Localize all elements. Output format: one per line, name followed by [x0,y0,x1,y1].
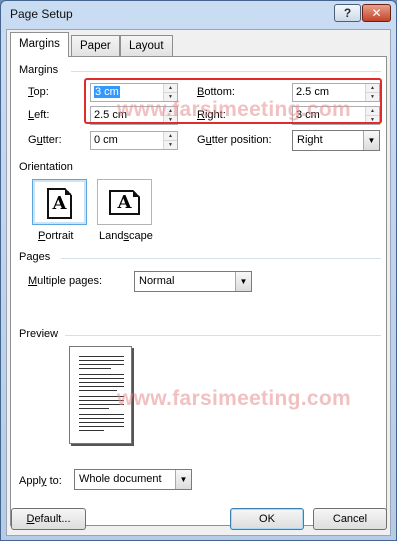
close-button[interactable]: ✕ [362,4,391,22]
help-button[interactable]: ? [334,4,361,22]
spin-down-icon[interactable]: ▼ [163,141,177,149]
left-margin-spinner[interactable]: 2.5 cm ▲ ▼ [90,106,178,125]
pages-group-label: Pages [19,251,51,263]
tab-paper[interactable]: Paper [71,35,120,56]
spin-down-icon[interactable]: ▼ [365,93,379,101]
portrait-page-icon: A [47,188,72,219]
spin-up-icon[interactable]: ▲ [365,107,379,116]
margins-tab-panel: Margins Top: 3 cm ▲ ▼ Bottom: 2.5 cm ▲ ▼ L… [10,56,387,526]
title-bar[interactable]: Page Setup ? ✕ [1,1,396,27]
portrait-button[interactable]: A [32,179,87,225]
left-margin-value[interactable]: 2.5 cm [94,109,127,121]
portrait-label: Portrait [38,230,74,242]
apply-to-select[interactable]: Whole document ▼ [74,469,192,490]
spin-up-icon[interactable]: ▲ [365,84,379,93]
multiple-pages-select[interactable]: Normal ▼ [134,271,252,292]
bottom-label: Bottom: [197,86,235,98]
bottom-margin-spinner[interactable]: 2.5 cm ▲ ▼ [292,83,380,102]
landscape-button[interactable]: A [97,179,152,225]
spin-down-icon[interactable]: ▼ [163,116,177,124]
right-label: Right: [197,109,226,121]
gutter-label: Gutter: [28,134,62,146]
apply-to-value: Whole document [79,473,162,485]
preview-page-thumbnail [69,346,132,444]
cancel-button[interactable]: Cancel [313,508,387,530]
spin-up-icon[interactable]: ▲ [163,132,177,141]
right-margin-spinner[interactable]: 3 cm ▲ ▼ [292,106,380,125]
dialog-title: Page Setup [10,7,73,21]
top-margin-spinner[interactable]: 3 cm ▲ ▼ [90,83,178,102]
orientation-group-label: Orientation [19,161,73,173]
preview-group-label: Preview [19,328,59,340]
pages-divider [61,258,381,259]
apply-to-label: Apply to: [19,475,62,487]
gutter-spinner[interactable]: 0 cm ▲ ▼ [90,131,178,150]
right-margin-value[interactable]: 3 cm [296,109,320,121]
spin-up-icon[interactable]: ▲ [163,84,177,93]
gutter-position-select[interactable]: Right ▼ [292,130,380,151]
margins-divider [71,71,381,72]
chevron-down-icon[interactable]: ▼ [363,131,379,150]
landscape-label: Landscape [99,230,153,242]
landscape-page-icon: A [109,190,140,215]
gutter-position-label: Gutter position: [197,134,272,146]
spin-down-icon[interactable]: ▼ [365,116,379,124]
page-setup-dialog: Page Setup ? ✕ Margins Paper Layout Marg… [0,0,397,541]
chevron-down-icon[interactable]: ▼ [235,272,251,291]
multiple-pages-label: Multiple pages: [28,275,102,287]
preview-divider [65,335,381,336]
help-icon: ? [343,6,352,20]
spin-up-icon[interactable]: ▲ [163,107,177,116]
gutter-position-value: Right [297,134,323,146]
tab-layout[interactable]: Layout [120,35,173,56]
chevron-down-icon[interactable]: ▼ [175,470,191,489]
left-label: Left: [28,109,50,121]
spin-down-icon[interactable]: ▼ [163,93,177,101]
default-button[interactable]: Default... [11,508,86,530]
dialog-client-area: Margins Paper Layout Margins Top: 3 cm ▲… [6,29,391,536]
margins-group-label: Margins [19,64,59,76]
multiple-pages-value: Normal [139,275,175,287]
tab-margins[interactable]: Margins [10,32,69,57]
gutter-value[interactable]: 0 cm [94,134,118,146]
top-label: Top: [28,86,49,98]
close-icon: ✕ [371,6,382,20]
ok-button[interactable]: OK [230,508,304,530]
bottom-margin-value[interactable]: 2.5 cm [296,86,329,98]
top-margin-value[interactable]: 3 cm [94,86,120,98]
